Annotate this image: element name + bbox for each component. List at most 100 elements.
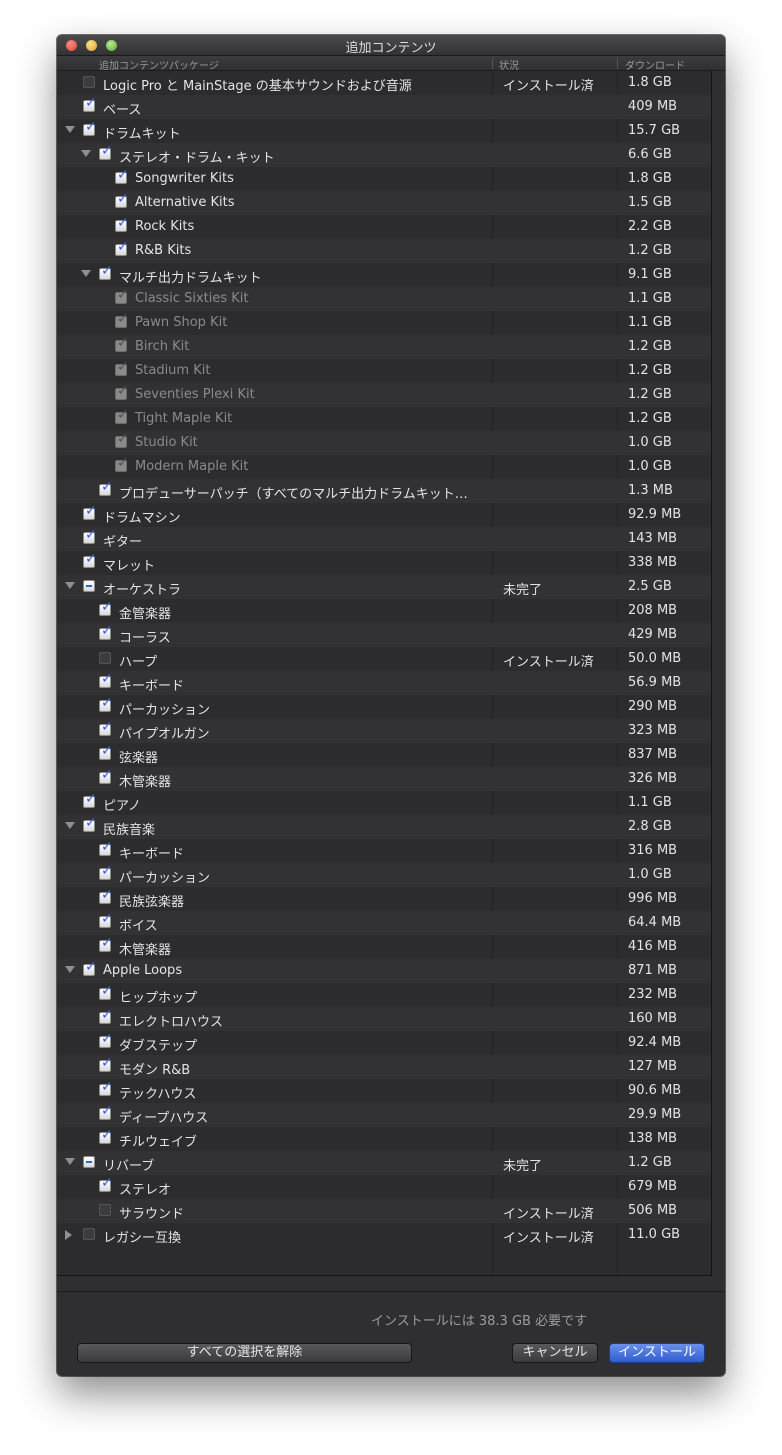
list-item[interactable]: ✓ R&B Kits 1.2 GB bbox=[57, 239, 711, 263]
disclosure-triangle-down-icon[interactable] bbox=[65, 582, 75, 589]
item-checkbox[interactable] bbox=[83, 580, 95, 592]
item-checkbox[interactable]: ✓ bbox=[83, 120, 97, 136]
item-checkbox[interactable]: ✓ bbox=[99, 936, 113, 952]
list-item[interactable]: ✓ ステレオ 679 MB bbox=[57, 1175, 711, 1199]
list-item[interactable]: ハープ インストール済 50.0 MB bbox=[57, 647, 711, 671]
item-checkbox[interactable] bbox=[83, 1228, 95, 1240]
item-checkbox[interactable]: ✓ bbox=[99, 624, 113, 640]
list-item[interactable]: ✓ 木管楽器 416 MB bbox=[57, 935, 711, 959]
list-item[interactable]: リバーブ 未完了 1.2 GB bbox=[57, 1151, 711, 1175]
list-item[interactable]: ✓ Pawn Shop Kit 1.1 GB bbox=[57, 311, 711, 335]
column-header-download[interactable]: ダウンロード bbox=[625, 57, 685, 72]
item-checkbox[interactable] bbox=[83, 1156, 95, 1168]
content-package-list[interactable]: Logic Pro と MainStage の基本サウンドおよび音源 インストール… bbox=[57, 71, 712, 1276]
column-separator[interactable] bbox=[492, 58, 493, 69]
item-checkbox[interactable]: ✓ bbox=[99, 840, 113, 856]
list-item[interactable]: ✓ ギター 143 MB bbox=[57, 527, 711, 551]
list-item[interactable]: ✓ 金管楽器 208 MB bbox=[57, 599, 711, 623]
list-item[interactable]: ✓ ステレオ・ドラム・キット 6.6 GB bbox=[57, 143, 711, 167]
list-item[interactable]: ✓ Classic Sixties Kit 1.1 GB bbox=[57, 287, 711, 311]
list-item[interactable]: ✓ ドラムキット 15.7 GB bbox=[57, 119, 711, 143]
item-checkbox[interactable]: ✓ bbox=[99, 984, 113, 1000]
item-checkbox[interactable]: ✓ bbox=[83, 792, 97, 808]
item-checkbox[interactable]: ✓ bbox=[99, 144, 113, 160]
list-item[interactable]: ✓ パイプオルガン 323 MB bbox=[57, 719, 711, 743]
column-header-status[interactable]: 状況 bbox=[499, 57, 519, 72]
list-item[interactable]: サラウンド インストール済 506 MB bbox=[57, 1199, 711, 1223]
list-item[interactable]: ✓ 木管楽器 326 MB bbox=[57, 767, 711, 791]
item-checkbox[interactable]: ✓ bbox=[83, 504, 97, 520]
list-item[interactable]: ✓ モダン R&B 127 MB bbox=[57, 1055, 711, 1079]
item-checkbox[interactable]: ✓ bbox=[99, 696, 113, 712]
list-item[interactable]: ✓ Rock Kits 2.2 GB bbox=[57, 215, 711, 239]
item-checkbox[interactable] bbox=[99, 1204, 111, 1216]
column-header-package[interactable]: 追加コンテンツパッケージ bbox=[99, 57, 219, 72]
list-item[interactable]: ✓ ディープハウス 29.9 MB bbox=[57, 1103, 711, 1127]
list-item[interactable]: ✓ パーカッション 290 MB bbox=[57, 695, 711, 719]
item-checkbox[interactable]: ✓ bbox=[83, 960, 97, 976]
list-item[interactable]: ✓ 民族弦楽器 996 MB bbox=[57, 887, 711, 911]
item-checkbox[interactable]: ✓ bbox=[99, 1128, 113, 1144]
list-item[interactable]: ✓ 弦楽器 837 MB bbox=[57, 743, 711, 767]
install-button[interactable]: インストール bbox=[609, 1343, 705, 1363]
item-checkbox[interactable]: ✓ bbox=[83, 528, 97, 544]
list-item[interactable]: ✓ ヒップホップ 232 MB bbox=[57, 983, 711, 1007]
list-item[interactable]: ✓ Modern Maple Kit 1.0 GB bbox=[57, 455, 711, 479]
list-item[interactable]: ✓ ボイス 64.4 MB bbox=[57, 911, 711, 935]
disclosure-triangle-down-icon[interactable] bbox=[65, 1158, 75, 1165]
list-item[interactable]: ✓ プロデューサーパッチ（すべてのマルチ出力ドラムキット… 1.3 MB bbox=[57, 479, 711, 503]
item-checkbox[interactable]: ✓ bbox=[99, 600, 113, 616]
list-item[interactable]: ✓ ベース 409 MB bbox=[57, 95, 711, 119]
item-checkbox[interactable]: ✓ bbox=[99, 1032, 113, 1048]
item-checkbox[interactable]: ✓ bbox=[99, 480, 113, 496]
column-separator[interactable] bbox=[617, 58, 618, 69]
list-item[interactable]: ✓ パーカッション 1.0 GB bbox=[57, 863, 711, 887]
item-checkbox[interactable]: ✓ bbox=[99, 1056, 113, 1072]
list-item[interactable]: ✓ マルチ出力ドラムキット 9.1 GB bbox=[57, 263, 711, 287]
item-checkbox[interactable]: ✓ bbox=[99, 720, 113, 736]
item-checkbox[interactable]: ✓ bbox=[99, 744, 113, 760]
list-item[interactable]: ✓ Birch Kit 1.2 GB bbox=[57, 335, 711, 359]
cancel-button[interactable]: キャンセル bbox=[512, 1343, 598, 1363]
disclosure-triangle-down-icon[interactable] bbox=[81, 150, 91, 157]
list-item[interactable]: ✓ Stadium Kit 1.2 GB bbox=[57, 359, 711, 383]
deselect-all-button[interactable]: すべての選択を解除 bbox=[77, 1343, 412, 1363]
list-item[interactable]: ✓ Apple Loops 871 MB bbox=[57, 959, 711, 983]
list-item[interactable]: ✓ マレット 338 MB bbox=[57, 551, 711, 575]
list-item[interactable]: ✓ Seventies Plexi Kit 1.2 GB bbox=[57, 383, 711, 407]
title-bar[interactable]: 追加コンテンツ bbox=[57, 35, 725, 56]
list-item[interactable]: ✓ コーラス 429 MB bbox=[57, 623, 711, 647]
list-item[interactable]: ✓ エレクトロハウス 160 MB bbox=[57, 1007, 711, 1031]
item-checkbox[interactable]: ✓ bbox=[115, 240, 129, 256]
item-checkbox[interactable] bbox=[99, 652, 111, 664]
list-item[interactable]: ✓ ピアノ 1.1 GB bbox=[57, 791, 711, 815]
item-checkbox[interactable]: ✓ bbox=[99, 1080, 113, 1096]
list-item[interactable]: ✓ ダブステップ 92.4 MB bbox=[57, 1031, 711, 1055]
disclosure-triangle-down-icon[interactable] bbox=[81, 270, 91, 277]
list-item[interactable]: ✓ Studio Kit 1.0 GB bbox=[57, 431, 711, 455]
list-item[interactable]: ✓ 民族音楽 2.8 GB bbox=[57, 815, 711, 839]
item-checkbox[interactable]: ✓ bbox=[99, 1104, 113, 1120]
item-checkbox[interactable]: ✓ bbox=[83, 816, 97, 832]
item-checkbox[interactable]: ✓ bbox=[99, 768, 113, 784]
list-item[interactable]: ✓ テックハウス 90.6 MB bbox=[57, 1079, 711, 1103]
disclosure-triangle-down-icon[interactable] bbox=[65, 822, 75, 829]
item-checkbox[interactable]: ✓ bbox=[99, 888, 113, 904]
item-checkbox[interactable]: ✓ bbox=[83, 96, 97, 112]
list-item[interactable]: ✓ チルウェイブ 138 MB bbox=[57, 1127, 711, 1151]
item-checkbox[interactable]: ✓ bbox=[99, 1176, 113, 1192]
list-item[interactable]: レガシー互換 インストール済 11.0 GB bbox=[57, 1223, 711, 1247]
item-checkbox[interactable]: ✓ bbox=[115, 192, 129, 208]
list-item[interactable]: ✓ Tight Maple Kit 1.2 GB bbox=[57, 407, 711, 431]
list-item[interactable]: ✓ キーボード 316 MB bbox=[57, 839, 711, 863]
list-item[interactable]: ✓ Songwriter Kits 1.8 GB bbox=[57, 167, 711, 191]
list-item[interactable]: ✓ ドラムマシン 92.9 MB bbox=[57, 503, 711, 527]
item-checkbox[interactable]: ✓ bbox=[99, 912, 113, 928]
item-checkbox[interactable]: ✓ bbox=[115, 168, 129, 184]
item-checkbox[interactable] bbox=[83, 76, 95, 88]
item-checkbox[interactable]: ✓ bbox=[99, 1008, 113, 1024]
disclosure-triangle-down-icon[interactable] bbox=[65, 126, 75, 133]
disclosure-triangle-down-icon[interactable] bbox=[65, 966, 75, 973]
item-checkbox[interactable]: ✓ bbox=[99, 864, 113, 880]
list-item[interactable]: オーケストラ 未完了 2.5 GB bbox=[57, 575, 711, 599]
